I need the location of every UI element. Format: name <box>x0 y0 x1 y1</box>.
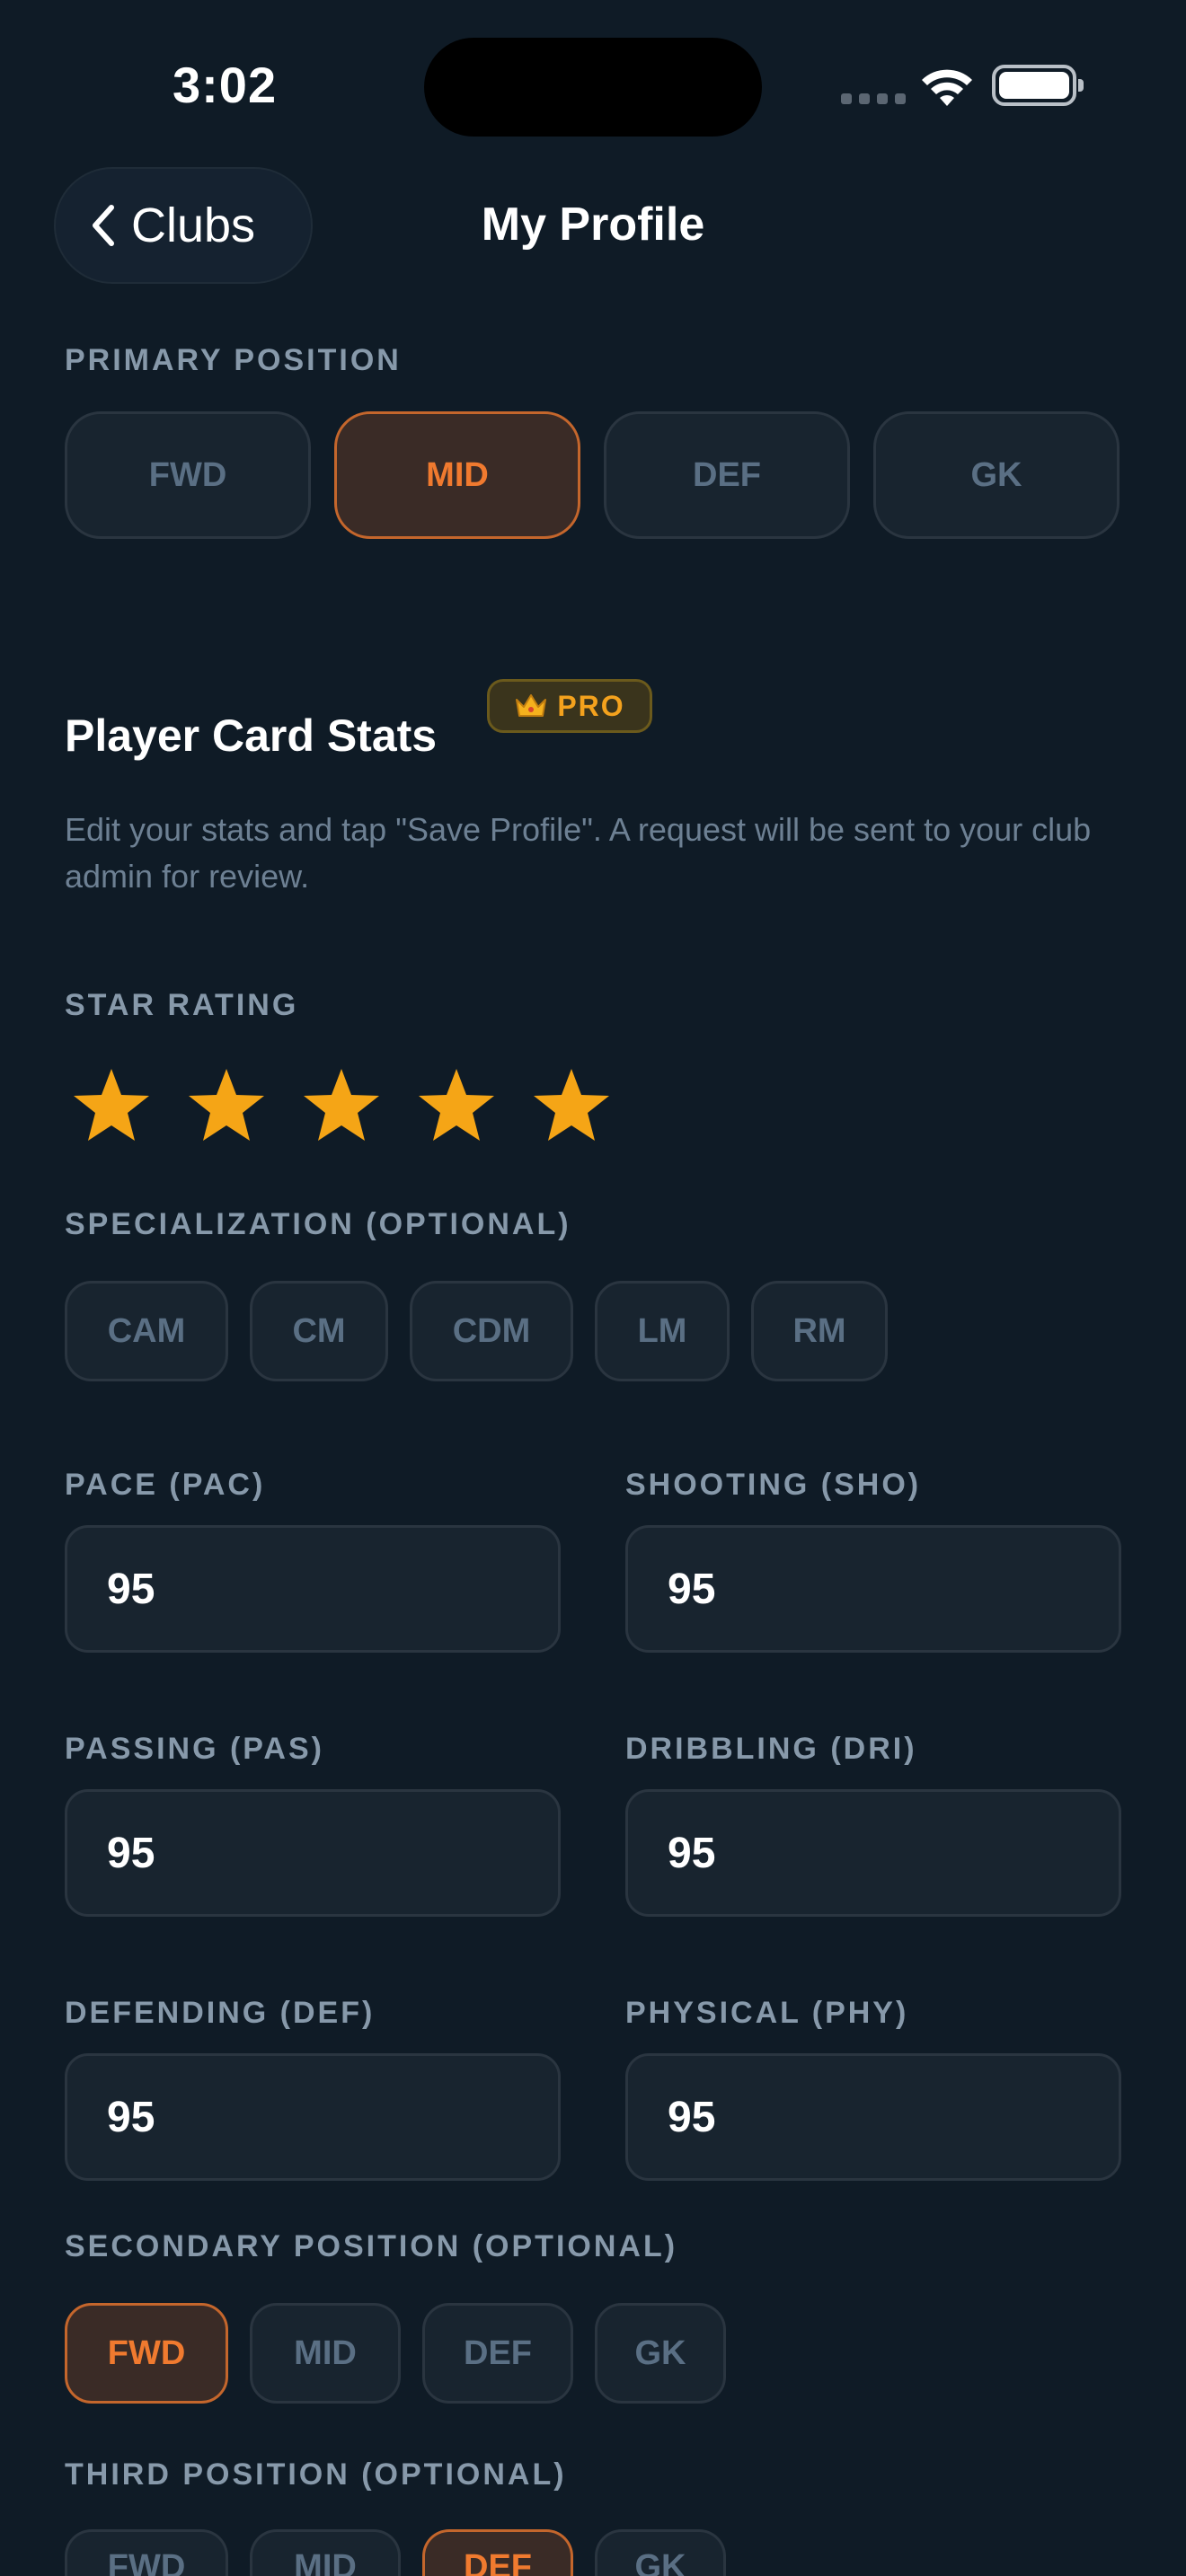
physical-input[interactable]: 95 <box>625 2053 1121 2181</box>
stat-label-physical: PHYSICAL (PHY) <box>625 1996 909 2030</box>
specialization-rm[interactable]: RM <box>751 1281 888 1381</box>
star-icon[interactable] <box>530 1065 613 1148</box>
star-icon[interactable] <box>300 1065 383 1148</box>
secondary-position-fwd[interactable]: FWD <box>65 2303 228 2404</box>
pro-badge-label: PRO <box>557 689 625 722</box>
secondary-position-gk[interactable]: GK <box>595 2303 726 2404</box>
primary-position-def[interactable]: DEF <box>604 411 850 539</box>
cellular-signal-icon <box>841 93 906 104</box>
star-rating-label: STAR RATING <box>65 988 299 1022</box>
wifi-icon <box>922 69 972 106</box>
dynamic-island <box>424 38 762 137</box>
shooting-input[interactable]: 95 <box>625 1525 1121 1653</box>
crown-icon <box>516 694 547 717</box>
star-icon[interactable] <box>70 1065 153 1148</box>
secondary-position-mid[interactable]: MID <box>250 2303 401 2404</box>
specialization-lm[interactable]: LM <box>595 1281 730 1381</box>
primary-position-gk[interactable]: GK <box>873 411 1120 539</box>
specialization-cm[interactable]: CM <box>250 1281 388 1381</box>
profile-screen: 3:02 Clubs My Profile PRIMARY POSITION F… <box>0 0 1186 2576</box>
third-position-fwd[interactable]: FWD <box>65 2529 228 2576</box>
third-position-label: THIRD POSITION (OPTIONAL) <box>65 2457 567 2492</box>
third-position-gk[interactable]: GK <box>595 2529 726 2576</box>
third-position-mid[interactable]: MID <box>250 2529 401 2576</box>
pro-badge: PRO <box>487 679 652 733</box>
stat-label-dribbling: DRIBBLING (DRI) <box>625 1732 917 1766</box>
player-card-title: Player Card Stats <box>65 710 438 761</box>
dribbling-input[interactable]: 95 <box>625 1789 1121 1917</box>
primary-position-mid[interactable]: MID <box>334 411 580 539</box>
stat-label-defending: DEFENDING (DEF) <box>65 1996 376 2030</box>
secondary-position-def[interactable]: DEF <box>422 2303 573 2404</box>
secondary-position-label: SECONDARY POSITION (OPTIONAL) <box>65 2229 678 2263</box>
stat-label-shooting: SHOOTING (SHO) <box>625 1468 922 1502</box>
star-rating <box>70 1065 613 1148</box>
page-title: My Profile <box>481 198 705 251</box>
status-time: 3:02 <box>173 57 278 113</box>
defending-input[interactable]: 95 <box>65 2053 561 2181</box>
primary-position-fwd[interactable]: FWD <box>65 411 311 539</box>
third-position-def[interactable]: DEF <box>422 2529 573 2576</box>
player-card-description: Edit your stats and tap "Save Profile". … <box>65 811 1092 895</box>
primary-position-label: PRIMARY POSITION <box>65 343 402 377</box>
specialization-label: SPECIALIZATION (OPTIONAL) <box>65 1207 571 1241</box>
stat-label-passing: PASSING (PAS) <box>65 1732 324 1766</box>
battery-icon <box>992 65 1084 106</box>
stat-label-pace: PACE (PAC) <box>65 1468 266 1502</box>
star-icon[interactable] <box>185 1065 268 1148</box>
star-icon[interactable] <box>415 1065 498 1148</box>
pace-input[interactable]: 95 <box>65 1525 561 1653</box>
passing-input[interactable]: 95 <box>65 1789 561 1917</box>
specialization-cam[interactable]: CAM <box>65 1281 228 1381</box>
specialization-cdm[interactable]: CDM <box>410 1281 573 1381</box>
